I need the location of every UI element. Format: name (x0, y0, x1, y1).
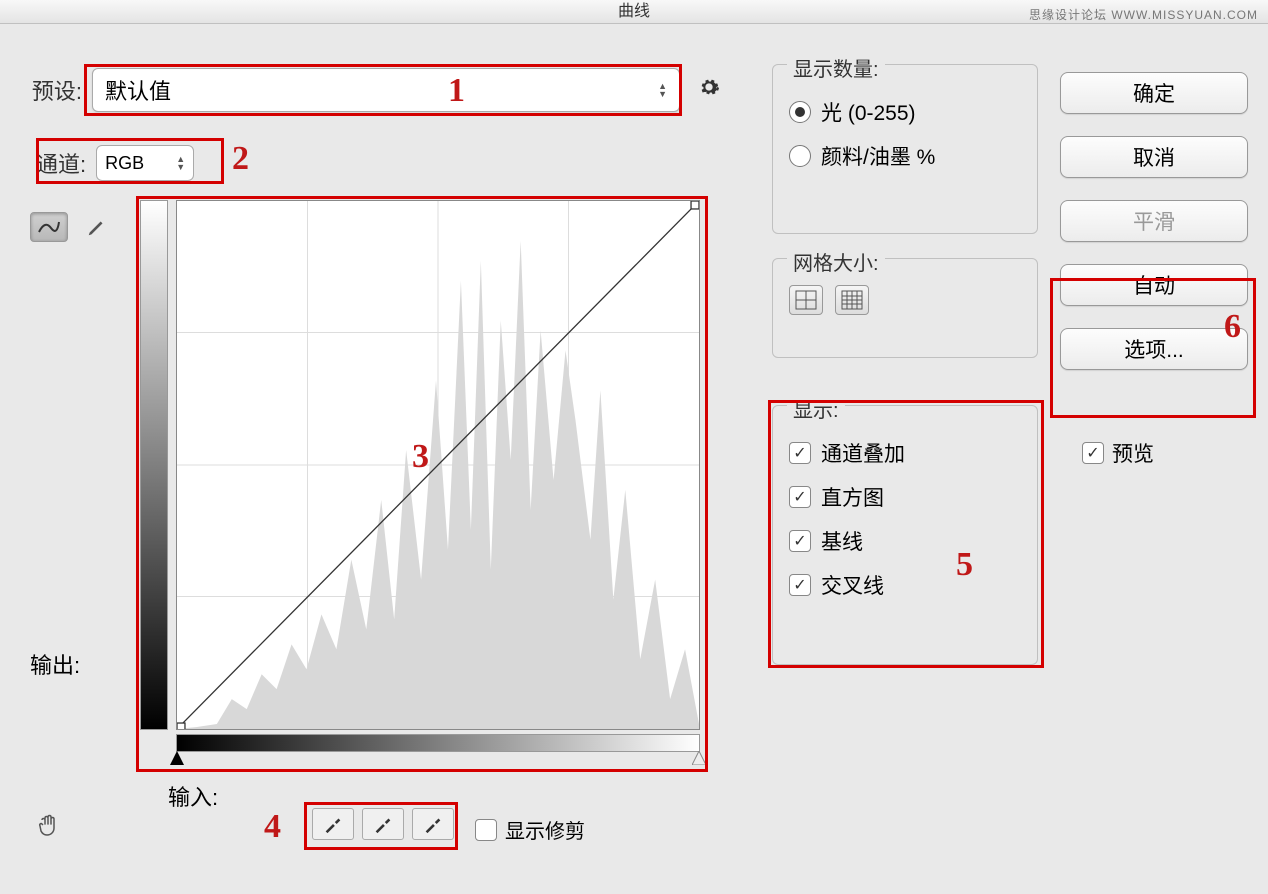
show-clip-row: 显示修剪 (475, 815, 585, 844)
preview-row: ✓ 预览 (1082, 438, 1154, 468)
check-intersection-label: 交叉线 (821, 570, 884, 600)
curve-graph[interactable] (176, 200, 700, 730)
dialog-buttons: 确定 取消 平滑 自动 选项... (1060, 72, 1248, 370)
display-options-title: 显示: (787, 394, 845, 423)
eyedropper-group (312, 808, 454, 840)
input-label: 输入: (168, 780, 218, 812)
grid-size-title: 网格大小: (787, 247, 885, 276)
hand-icon[interactable] (36, 810, 66, 845)
check-overlay-row[interactable]: ✓ 通道叠加 (789, 438, 1021, 468)
preset-label: 预设: (20, 74, 82, 106)
preset-row: 预设: 默认值 ▲▼ (20, 68, 720, 112)
curve-tools (30, 212, 116, 242)
annotation-number-6: 6 (1224, 308, 1241, 346)
preview-label: 预览 (1112, 438, 1154, 468)
updown-icon: ▲▼ (176, 155, 185, 171)
check-baseline-row[interactable]: ✓ 基线 (789, 526, 1021, 556)
curve-point-tool[interactable] (30, 212, 68, 242)
channel-select[interactable]: RGB ▲▼ (96, 145, 194, 181)
curve-area (140, 200, 700, 760)
eyedropper-gray[interactable] (362, 808, 404, 840)
annotation-number-3: 3 (412, 438, 429, 476)
radio-light-row[interactable]: 光 (0-255) (789, 97, 1021, 127)
annotation-number-4: 4 (264, 808, 281, 846)
channel-value: RGB (105, 153, 144, 174)
check-histogram[interactable]: ✓ (789, 486, 811, 508)
smooth-button[interactable]: 平滑 (1060, 200, 1248, 242)
annotation-number-2: 2 (232, 140, 249, 178)
show-clip-checkbox[interactable] (475, 819, 497, 841)
annotation-number-1: 1 (448, 72, 465, 110)
output-label: 输出: (30, 648, 80, 680)
display-amount-group: 显示数量: 光 (0-255) 颜料/油墨 % (772, 64, 1038, 234)
cancel-button[interactable]: 取消 (1060, 136, 1248, 178)
radio-light[interactable] (789, 101, 811, 123)
black-point-slider[interactable] (170, 751, 184, 765)
preset-value: 默认值 (105, 74, 171, 106)
grid-size-group: 网格大小: (772, 258, 1038, 358)
check-overlay-label: 通道叠加 (821, 438, 905, 468)
updown-icon: ▲▼ (658, 82, 667, 98)
auto-button[interactable]: 自动 (1060, 264, 1248, 306)
check-histogram-row[interactable]: ✓ 直方图 (789, 482, 1021, 512)
input-gradient (176, 734, 700, 752)
options-button[interactable]: 选项... (1060, 328, 1248, 370)
eyedropper-black[interactable] (312, 808, 354, 840)
preview-checkbox[interactable]: ✓ (1082, 442, 1104, 464)
preset-select[interactable]: 默认值 ▲▼ (92, 68, 680, 112)
ok-button[interactable]: 确定 (1060, 72, 1248, 114)
gear-icon[interactable] (698, 76, 720, 104)
check-overlay[interactable]: ✓ (789, 442, 811, 464)
watermark-text: 思缘设计论坛 WWW.MISSYUAN.COM (1029, 6, 1258, 23)
check-intersection-row[interactable]: ✓ 交叉线 (789, 570, 1021, 600)
radio-pigment-row[interactable]: 颜料/油墨 % (789, 141, 1021, 171)
grid-large-button[interactable] (789, 285, 823, 315)
annotation-number-5: 5 (956, 546, 973, 584)
radio-light-label: 光 (0-255) (821, 97, 916, 127)
eyedropper-white[interactable] (412, 808, 454, 840)
grid-small-button[interactable] (835, 285, 869, 315)
show-clip-label: 显示修剪 (505, 815, 585, 844)
curve-pencil-tool[interactable] (78, 212, 116, 242)
radio-pigment-label: 颜料/油墨 % (821, 141, 935, 171)
white-point-slider[interactable] (692, 751, 706, 765)
radio-pigment[interactable] (789, 145, 811, 167)
channel-label: 通道: (36, 147, 86, 179)
output-gradient (140, 200, 168, 730)
display-options-group: 显示: ✓ 通道叠加 ✓ 直方图 ✓ 基线 ✓ 交叉线 (772, 405, 1038, 665)
check-intersection[interactable]: ✓ (789, 574, 811, 596)
display-amount-title: 显示数量: (787, 53, 885, 82)
check-baseline-label: 基线 (821, 526, 863, 556)
channel-row: 通道: RGB ▲▼ (36, 145, 194, 181)
check-baseline[interactable]: ✓ (789, 530, 811, 552)
check-histogram-label: 直方图 (821, 482, 884, 512)
